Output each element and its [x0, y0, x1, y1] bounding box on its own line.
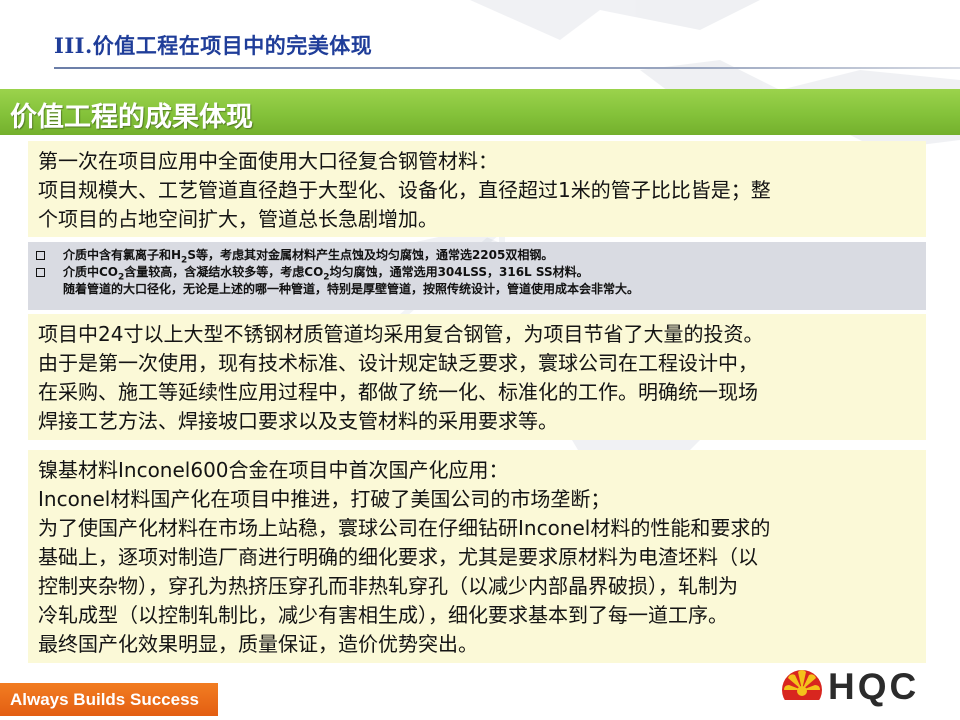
note-line-3: 随着管道的大口径化，无论是上述的哪一种管道，特别是厚壁管道，按照传统设计，管道使…	[63, 282, 640, 296]
text-line: 为了使国产化材料在市场上站稳，寰球公司在仔细钻研Inconel材料的性能和要求的	[38, 516, 771, 540]
text-line: 基础上，逐项对制造厂商进行明确的细化要求，尤其是要求原材料为电渣坯料（以	[38, 545, 758, 569]
text-line: Inconel材料国产化在项目中推进，打破了美国公司的市场垄断；	[38, 487, 611, 511]
text-line: 在采购、施工等延续性应用过程中，都做了统一化、标准化的工作。明确统一现场	[38, 380, 758, 404]
petrochina-flower-icon	[782, 670, 822, 710]
slide: III.价值工程在项目中的完美体现 价值工程的成果体现 第一次在项目应用中全面使…	[0, 0, 960, 720]
note-text: 介质中CO2含量较高，含凝结水较多等，考虑CO2均匀腐蚀，通常选用304LSS，…	[63, 264, 589, 282]
stainless-pipe-box: 项目中24寸以上大型不锈钢材质管道均采用复合钢管，为项目节省了大量的投资。 由于…	[28, 314, 926, 440]
square-bullet-icon	[36, 264, 63, 281]
section-title: III.价值工程在项目中的完美体现	[54, 33, 373, 58]
text-line: 项目规模大、工艺管道直径趋于大型化、设备化，直径超过1米的管子比比皆是；整	[38, 178, 771, 202]
note-bullet-2: 介质中CO2含量较高，含凝结水较多等，考虑CO2均匀腐蚀，通常选用304LSS，…	[36, 264, 918, 282]
banner-title: 价值工程的成果体现	[10, 102, 253, 133]
text-line: 镍基材料Inconel600合金在项目中首次国产化应用：	[38, 458, 509, 482]
composite-pipe-box: 第一次在项目应用中全面使用大口径复合钢管材料： 项目规模大、工艺管道直径趋于大型…	[28, 141, 926, 237]
title-divider	[54, 67, 960, 69]
note-text-part: 介质中CO	[63, 265, 119, 279]
text-line: 由于是第一次使用，现有技术标准、设计规定缺乏要求，寰球公司在工程设计中，	[38, 351, 758, 375]
text-line: 最终国产化效果明显，质量保证，造价优势突出。	[38, 632, 478, 656]
medium-notes-box: 介质中含有氯离子和H2S等，考虑其对金属材料产生点蚀及均匀腐蚀，通常选2205双…	[28, 242, 926, 310]
inconel-box: 镍基材料Inconel600合金在项目中首次国产化应用： Inconel材料国产…	[28, 450, 926, 663]
note-text-part: S等，考虑其对金属材料产生点蚀及均匀腐蚀，通常选2205双相钢。	[187, 248, 554, 262]
note-text: 介质中含有氯离子和H2S等，考虑其对金属材料产生点蚀及均匀腐蚀，通常选2205双…	[63, 247, 554, 265]
note-text-part: 介质中含有氯离子和H	[63, 248, 182, 262]
slogan-badge: Always Builds Success	[0, 683, 218, 716]
text-line: 焊接工艺方法、焊接坡口要求以及支管材料的采用要求等。	[38, 409, 558, 433]
square-bullet-icon	[36, 247, 63, 264]
text-line: 个项目的占地空间扩大，管道总长急剧增加。	[38, 207, 438, 231]
note-bullet-1: 介质中含有氯离子和H2S等，考虑其对金属材料产生点蚀及均匀腐蚀，通常选2205双…	[36, 247, 918, 265]
text-line: 第一次在项目应用中全面使用大口径复合钢管材料：	[38, 149, 498, 173]
text-line: 控制夹杂物），穿孔为热挤压穿孔而非热轧穿孔（以减少内部晶界破损），轧制为	[38, 574, 738, 598]
text-line: 项目中24寸以上大型不锈钢材质管道均采用复合钢管，为项目节省了大量的投资。	[38, 322, 764, 346]
section-banner: 价值工程的成果体现	[0, 89, 960, 135]
note-text-part: 含量较高，含凝结水较多等，考虑CO	[124, 265, 324, 279]
hqc-logo: HQC	[778, 660, 948, 714]
text-line: 冷轧成型（以控制轧制比，减少有害相生成），细化要求基本到了每一道工序。	[38, 603, 728, 627]
note-text-part: 均匀腐蚀，通常选用304LSS，316L SS材料。	[329, 265, 589, 279]
logo-text: HQC	[828, 666, 920, 707]
